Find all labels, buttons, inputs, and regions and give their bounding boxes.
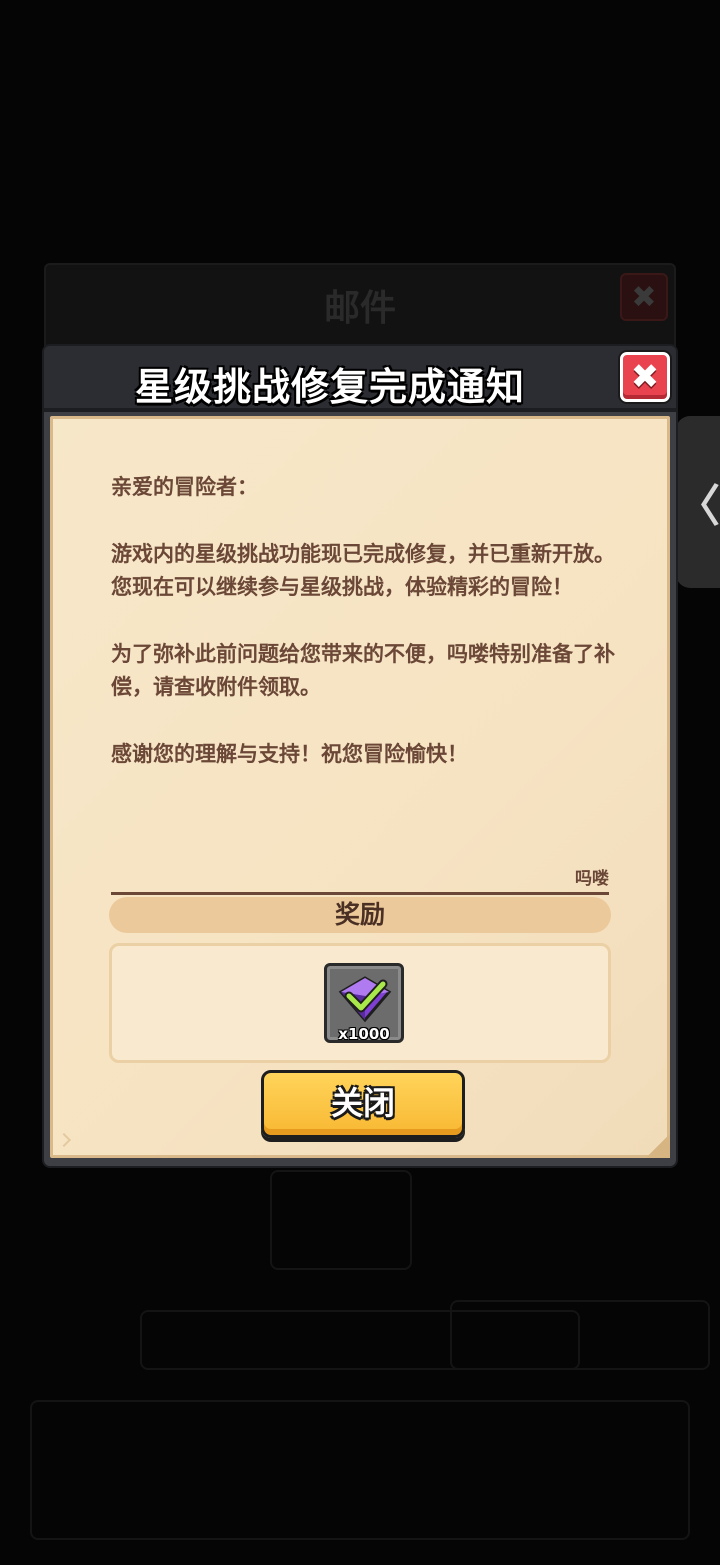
letter-body: 亲爱的冒险者： 游戏内的星级挑战功能现已完成修复，并已重新开放。您现在可以继续参… — [111, 471, 615, 771]
mail-window-close-icon: ✖ — [620, 273, 668, 321]
mail-window-title: 邮件 — [323, 288, 396, 329]
close-icon[interactable]: ✖ — [620, 352, 670, 402]
reward-item[interactable]: x1000 — [324, 963, 404, 1043]
dialog-header: 星级挑战修复完成通知 ✖ — [44, 346, 676, 412]
chevron-left-icon: 〈 — [676, 481, 720, 532]
reward-box: x1000 — [109, 943, 611, 1063]
purple-gem-icon — [338, 976, 392, 1023]
reward-quantity: x1000 — [338, 1025, 390, 1043]
background-bar — [450, 1300, 710, 1370]
paper-corner-decoration — [56, 1132, 72, 1148]
notification-dialog: 星级挑战修复完成通知 ✖ 亲爱的冒险者： 游戏内的星级挑战功能现已完成修复，并已… — [44, 346, 676, 1166]
background-bottom-nav — [30, 1400, 690, 1540]
letter-greeting: 亲爱的冒险者： — [111, 475, 258, 499]
dialog-title: 星级挑战修复完成通知 — [134, 365, 525, 409]
close-button[interactable]: 关闭 — [261, 1070, 465, 1138]
letter-paragraph: 游戏内的星级挑战功能现已完成修复，并已重新开放。您现在可以继续参与星级挑战，体验… — [111, 542, 615, 599]
background-panel — [270, 1170, 412, 1270]
letter-paper: 亲爱的冒险者： 游戏内的星级挑战功能现已完成修复，并已重新开放。您现在可以继续参… — [50, 416, 670, 1158]
letter-signature: 吗喽 — [111, 869, 609, 895]
reward-label: 奖励 — [109, 897, 611, 933]
letter-paragraph: 感谢您的理解与支持！祝您冒险愉快！ — [111, 742, 468, 766]
side-tab-button[interactable]: 〈 — [676, 416, 720, 588]
background-hud — [0, 70, 720, 150]
letter-paragraph: 为了弥补此前问题给您带来的不便，吗喽特别准备了补偿，请查收附件领取。 — [111, 642, 615, 699]
